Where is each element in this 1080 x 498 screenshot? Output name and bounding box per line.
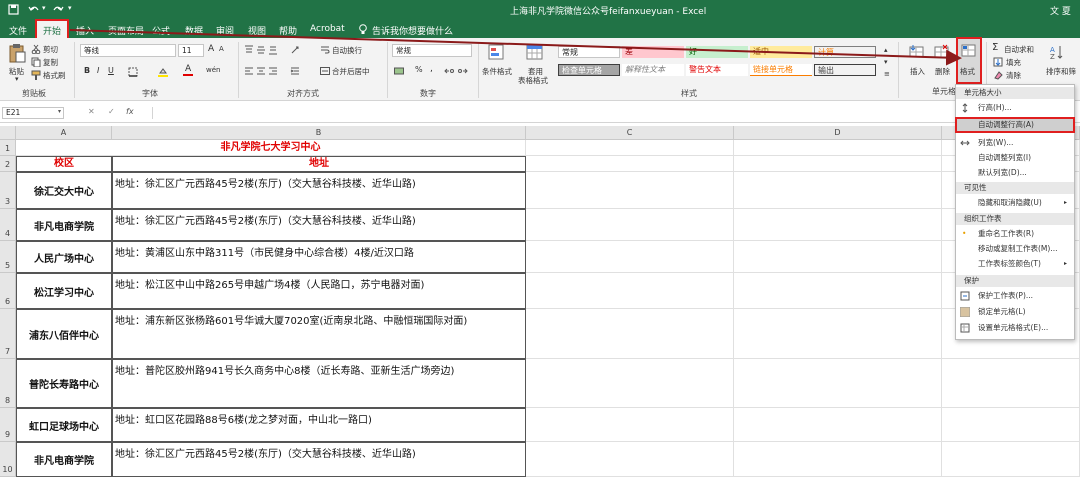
menu-default-width[interactable]: 默认列宽(D)... — [956, 166, 1074, 180]
arrow-tab-to-format — [69, 29, 962, 66]
section-visibility: 可见性 — [956, 182, 1074, 194]
menu-hide-unhide[interactable]: 隐藏和取消隐藏(U) ▸ — [956, 196, 1074, 210]
submenu-arrow-icon: ▸ — [1064, 199, 1068, 206]
format-dropdown-menu: 单元格大小 行高(H)... 自动调整行高(A) 列宽(W)... 自动调整列宽… — [955, 84, 1075, 340]
rename-bullet-icon: • — [962, 229, 967, 238]
submenu-arrow-icon: ▸ — [1064, 260, 1068, 267]
column-width-icon — [960, 140, 970, 146]
menu-autofit-column-width[interactable]: 自动调整列宽(I) — [956, 151, 1074, 165]
menu-rename-sheet[interactable]: • 重命名工作表(R) — [956, 227, 1074, 241]
menu-row-height[interactable]: 行高(H)... — [956, 101, 1074, 115]
format-cells-dialog-icon — [960, 323, 970, 333]
menu-tab-color[interactable]: 工作表标签颜色(T) ▸ — [956, 257, 1074, 271]
lock-cell-icon — [960, 307, 970, 317]
annotation-arrows — [69, 29, 982, 122]
menu-move-copy-sheet[interactable]: 移动或复制工作表(M)... — [956, 242, 1074, 256]
menu-lock-cell[interactable]: 锁定单元格(L) — [956, 305, 1074, 319]
menu-format-cells[interactable]: 设置单元格格式(E)... — [956, 321, 1074, 335]
section-cell-size: 单元格大小 — [956, 87, 1074, 99]
section-organize-sheets: 组织工作表 — [956, 213, 1074, 225]
row-height-icon — [962, 103, 968, 113]
menu-column-width[interactable]: 列宽(W)... — [956, 136, 1074, 150]
menu-protect-sheet[interactable]: 保护工作表(P)... — [956, 289, 1074, 303]
protect-sheet-icon — [960, 291, 970, 301]
section-protection: 保护 — [956, 275, 1074, 287]
menu-autofit-row-height[interactable]: 自动调整行高(A) — [955, 117, 1075, 133]
